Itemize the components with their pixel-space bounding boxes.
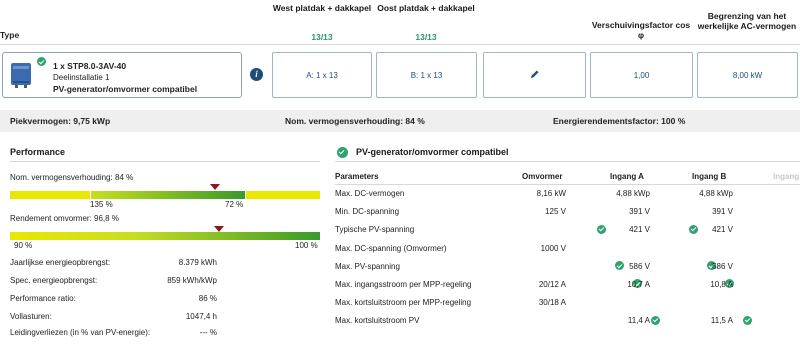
compat-param-label: Max. DC-vermogen [335, 189, 405, 198]
compat-input-a-value: 4,88 kWp [616, 189, 650, 198]
compat-input-b-value: 421 V [712, 225, 733, 235]
check-icon [743, 315, 752, 325]
compat-input-b-value: 391 V [712, 207, 733, 217]
compat-inverter-value: 20/12 A [538, 280, 566, 289]
check-icon [651, 315, 660, 325]
compat-param-label: Max. kortsluitstroom PV [335, 316, 420, 326]
compat-inverter-value: 30/18 A [538, 298, 566, 308]
compat-input-a-value: 10,7 A [627, 280, 650, 289]
compat-inverter-value: 1000 V [540, 243, 566, 253]
compat-input-b-value: 4,88 kWp [699, 189, 733, 198]
compat-param-label: Typische PV-spanning [335, 225, 415, 235]
compat-param-label: Max. kortsluitstroom per MPP-regeling [335, 298, 472, 308]
compat-param-label: Min. DC-spanning [335, 207, 400, 217]
compat-param-label: Max. DC-spanning (Omvormer) [335, 243, 447, 253]
compat-input-a-value: 11,4 A [627, 316, 650, 326]
compat-table: Max. DC-vermogen 8,16 kW 4,88 kWp 4,88 kWp M… [0, 0, 800, 358]
compat-input-a-value: 421 V [629, 225, 650, 235]
compat-input-b-value: 586 V [712, 261, 733, 271]
compat-input-a-value: 586 V [629, 261, 650, 271]
compat-input-b-value: 11,5 A [710, 316, 733, 326]
compat-inverter-value: 125 V [545, 207, 566, 217]
compat-input-a-value: 391 V [629, 207, 650, 217]
compat-param-label: Max. PV-spanning [335, 261, 400, 271]
compat-inverter-value: 8,16 kW [536, 189, 566, 198]
compat-param-label: Max. ingangsstroom per MPP-regeling [335, 280, 472, 289]
compat-input-b-value: 10,8 A [710, 280, 733, 289]
